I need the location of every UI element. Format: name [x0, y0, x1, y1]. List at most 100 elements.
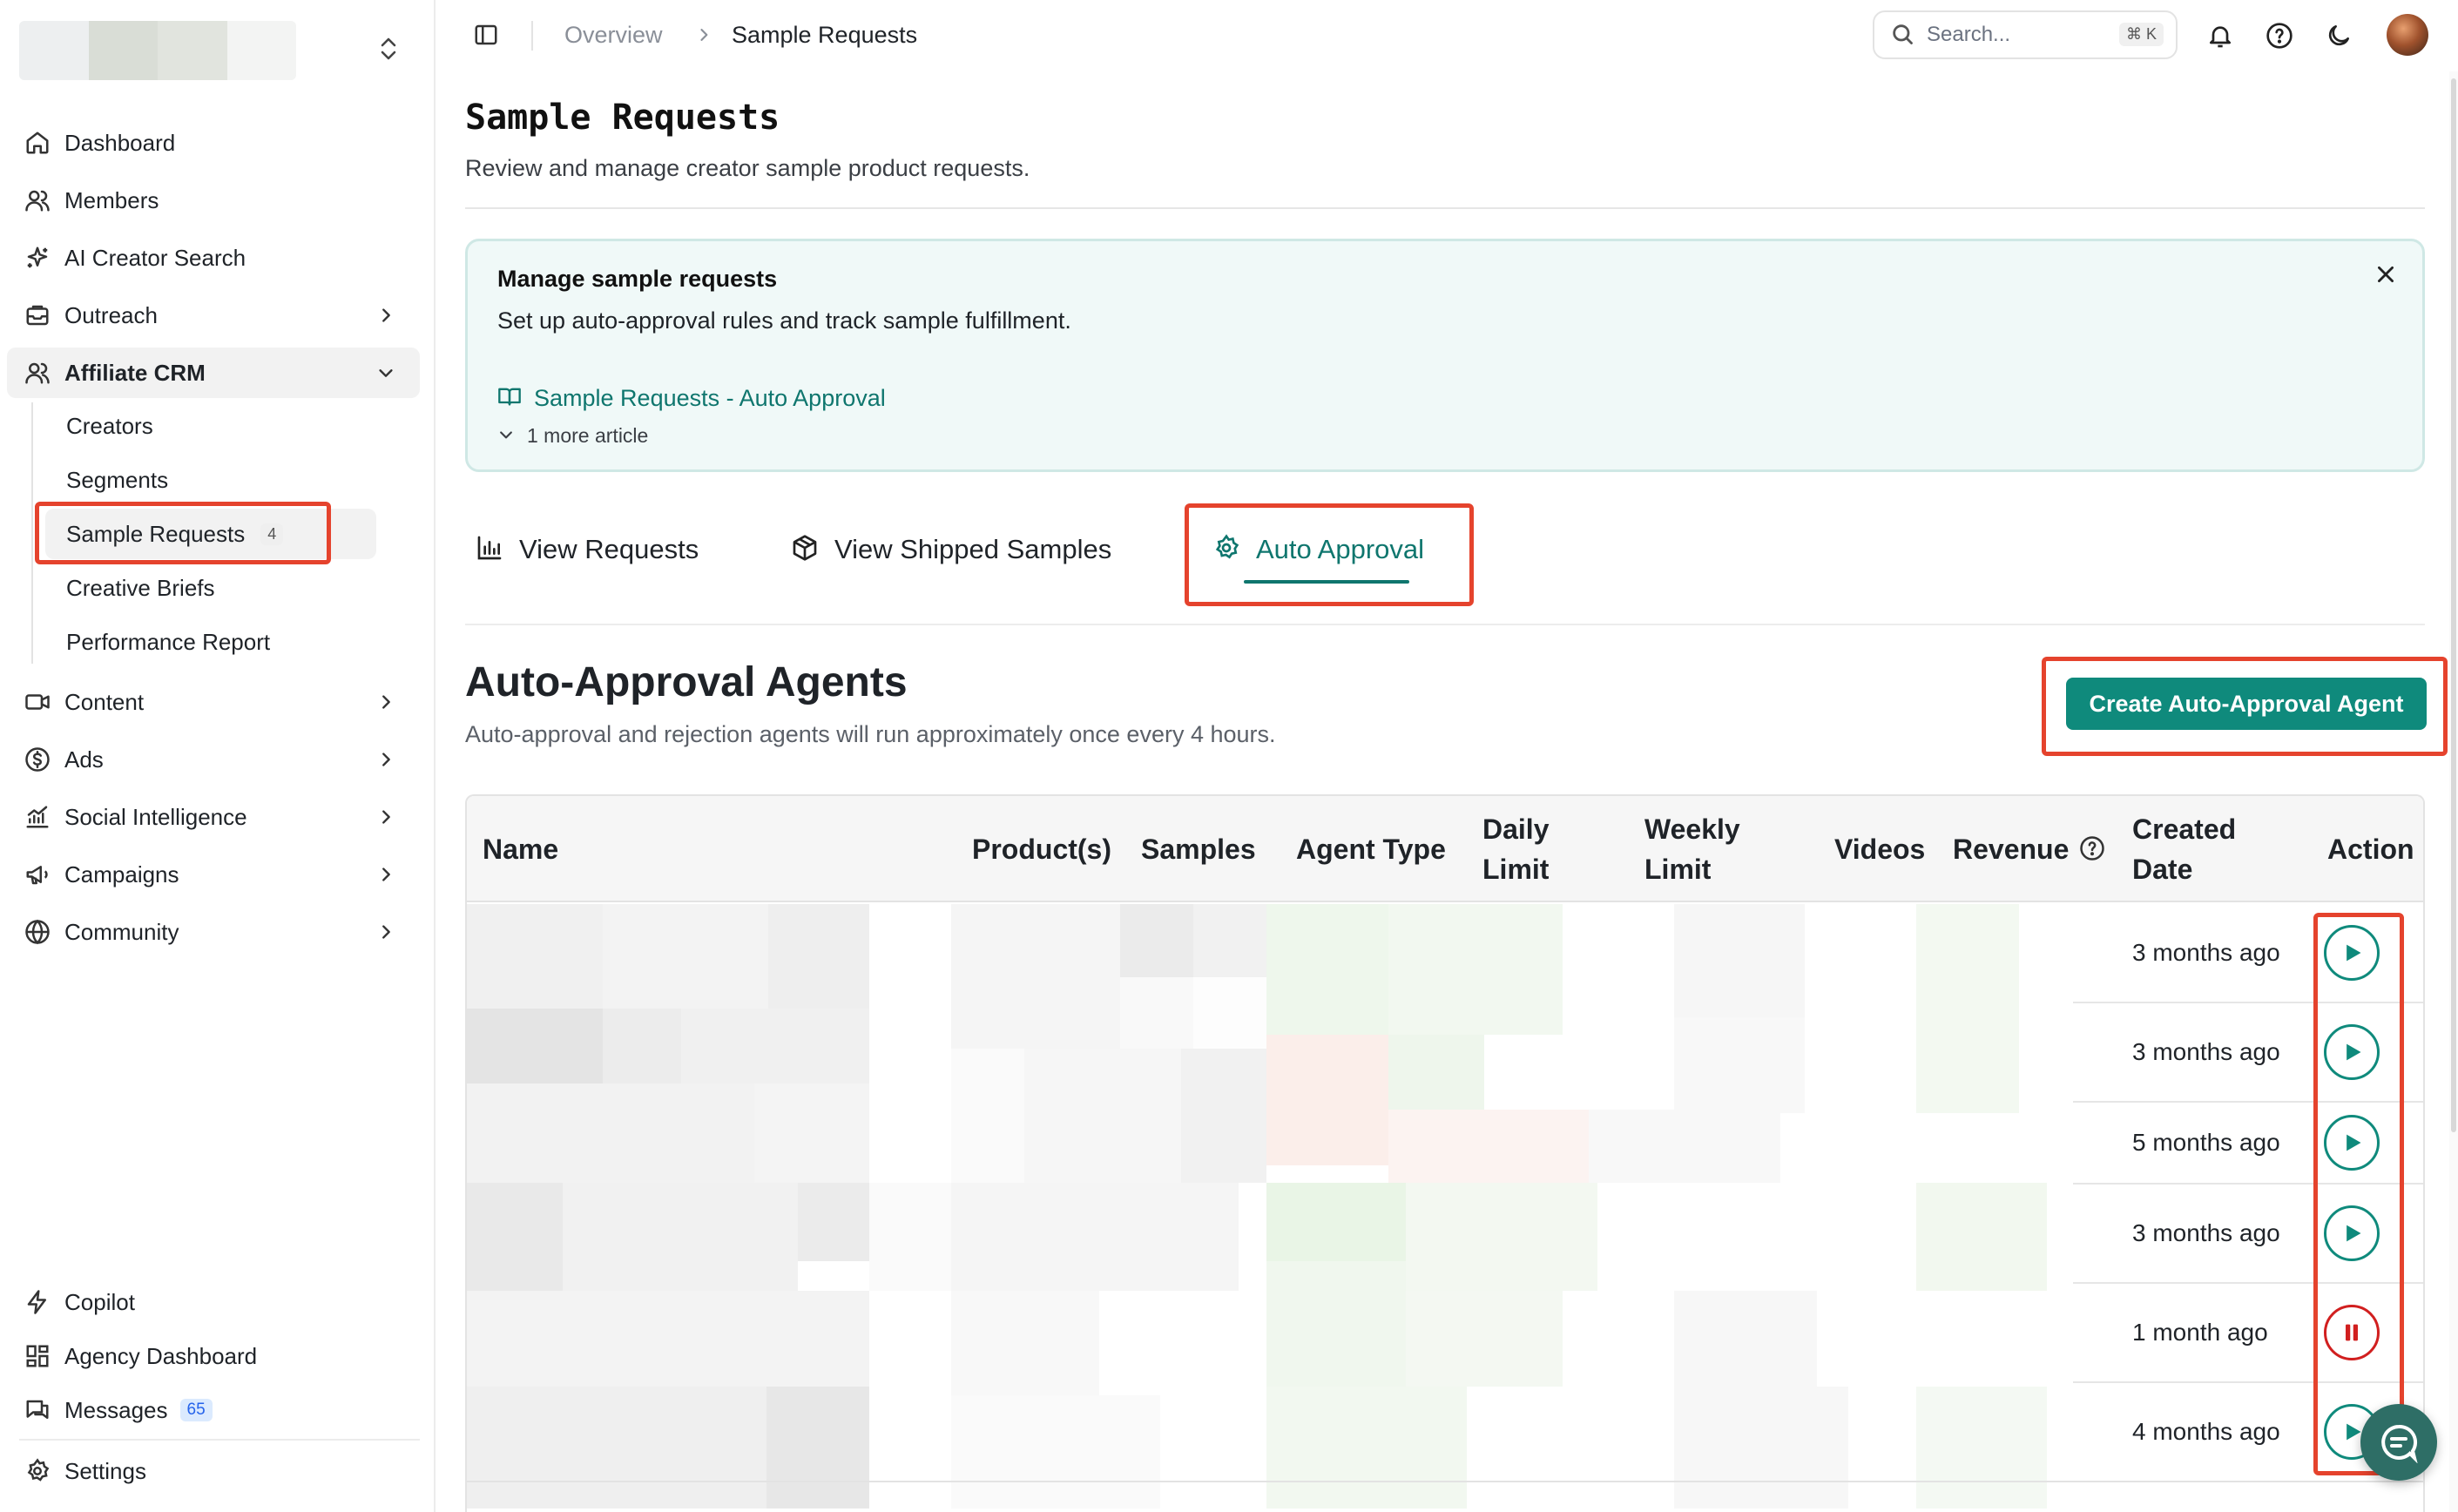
sidebar-item-copilot[interactable]: Copilot	[7, 1277, 420, 1327]
sidebar-item-community[interactable]: Community	[7, 907, 420, 957]
more-articles-label: 1 more article	[527, 424, 649, 447]
sidebar-item-label: Campaigns	[64, 861, 179, 888]
workspace-logo[interactable]	[19, 21, 296, 80]
sidebar-item-messages[interactable]: Messages 65	[7, 1385, 420, 1435]
chevron-right-icon	[371, 300, 401, 330]
play-icon	[2347, 1043, 2361, 1061]
play-icon	[2347, 1225, 2361, 1242]
sidebar-item-label: AI Creator Search	[64, 244, 246, 271]
sidebar-item-social-intelligence[interactable]: Social Intelligence	[7, 792, 420, 842]
play-agent-button[interactable]	[2324, 1205, 2380, 1261]
sidebar-item-content[interactable]: Content	[7, 677, 420, 727]
chat-launcher-button[interactable]	[2360, 1404, 2437, 1481]
sidebar-subitem-label: Creative Briefs	[66, 574, 215, 601]
sidebar-subitem-creative-briefs[interactable]: Creative Briefs	[45, 563, 376, 613]
close-icon[interactable]	[2370, 259, 2401, 290]
chevron-down-icon	[371, 358, 401, 388]
pause-agent-button[interactable]	[2324, 1305, 2380, 1360]
tab-view-shipped-samples[interactable]: View Shipped Samples	[791, 523, 1111, 577]
sidebar-item-label: Social Intelligence	[64, 803, 247, 830]
sidebar-item-agency-dashboard[interactable]: Agency Dashboard	[7, 1331, 420, 1381]
breadcrumb-overview[interactable]: Overview	[564, 19, 663, 51]
help-icon[interactable]	[2263, 19, 2296, 52]
sidebar-subitem-label: Sample Requests	[66, 520, 246, 547]
breadcrumb-current: Sample Requests	[732, 22, 918, 48]
table-header: Name Product(s) Samples Agent Type Daily…	[467, 796, 2423, 902]
sidebar-subitem-label: Creators	[66, 412, 153, 439]
column-header-agent-type: Agent Type	[1296, 834, 1446, 865]
play-agent-button[interactable]	[2324, 1115, 2380, 1171]
tab-view-requests[interactable]: View Requests	[476, 523, 699, 577]
more-articles-toggle[interactable]: 1 more article	[497, 424, 648, 448]
active-tab-indicator	[1244, 580, 1409, 584]
sidebar-subitem-label: Segments	[66, 466, 169, 493]
chevron-right-icon	[371, 687, 401, 717]
book-open-icon	[497, 384, 525, 412]
play-agent-button[interactable]	[2324, 1024, 2380, 1080]
sidebar-item-outreach[interactable]: Outreach	[7, 290, 420, 341]
dollar-icon	[23, 745, 52, 774]
sidebar-item-dashboard[interactable]: Dashboard	[7, 118, 420, 168]
created-date-cell: 3 months ago	[2132, 1038, 2280, 1065]
sidebar-subitem-creators[interactable]: Creators	[45, 401, 376, 451]
create-agent-button[interactable]: Create Auto-Approval Agent	[2066, 678, 2427, 730]
count-badge: 4	[260, 523, 284, 545]
column-header-products: Product(s)	[972, 834, 1111, 865]
help-article-link[interactable]: Sample Requests - Auto Approval	[497, 384, 886, 412]
chevron-right-icon	[371, 802, 401, 832]
column-header-samples: Samples	[1141, 834, 1256, 865]
moon-icon[interactable]	[2322, 19, 2355, 52]
sidebar-divider	[19, 1439, 420, 1441]
sidebar-item-ads[interactable]: Ads	[7, 734, 420, 785]
chevron-down-icon	[497, 426, 518, 447]
sidebar-item-label: Copilot	[64, 1288, 135, 1315]
sidebar-item-affiliate-crm[interactable]: Affiliate CRM	[7, 348, 420, 398]
search-input[interactable]: Search... ⌘ K	[1873, 10, 2178, 59]
sidebar-item-label: Members	[64, 186, 159, 213]
globe-icon	[23, 917, 52, 947]
top-header: Overview Sample Requests Search... ⌘ K	[436, 0, 2458, 71]
play-icon	[2347, 1134, 2361, 1151]
redacted-table-content	[467, 904, 2073, 1512]
sidebar-item-label: Ads	[64, 746, 104, 773]
sidebar-item-label: Settings	[64, 1457, 146, 1484]
sidebar-toggle-icon[interactable]	[470, 19, 502, 51]
sidebar-subitem-segments[interactable]: Segments	[45, 455, 376, 505]
created-date-cell: 3 months ago	[2132, 1219, 2280, 1246]
chevron-right-icon	[371, 860, 401, 889]
sidebar-item-ai-creator-search[interactable]: AI Creator Search	[7, 233, 420, 283]
help-icon[interactable]	[2079, 835, 2107, 863]
chart-line-icon	[23, 802, 52, 832]
users-icon	[23, 358, 52, 388]
sparkles-icon	[23, 243, 52, 273]
search-placeholder: Search...	[1927, 23, 2011, 46]
sidebar-subitem-sample-requests[interactable]: Sample Requests 4	[45, 509, 376, 559]
play-agent-button[interactable]	[2324, 925, 2380, 981]
row-divider	[467, 1481, 2423, 1482]
row-divider	[2073, 1381, 2423, 1383]
search-icon	[1890, 22, 1916, 48]
chevron-right-icon	[371, 745, 401, 774]
inbox-icon	[23, 300, 52, 330]
scrollbar-thumb[interactable]	[2451, 78, 2456, 1132]
sidebar-item-label: Affiliate CRM	[64, 359, 206, 386]
sidebar-item-label: Community	[64, 918, 179, 945]
search-shortcut: ⌘ K	[2118, 23, 2164, 46]
created-date-cell: 4 months ago	[2132, 1418, 2280, 1445]
avatar[interactable]	[2387, 14, 2428, 56]
tab-auto-approval[interactable]: Auto Approval	[1212, 523, 1424, 577]
workspace-switcher-icon[interactable]	[373, 33, 404, 64]
sidebar-item-campaigns[interactable]: Campaigns	[7, 849, 420, 900]
created-date-cell: 5 months ago	[2132, 1129, 2280, 1156]
header-divider	[531, 21, 533, 51]
sidebar-item-settings[interactable]: Settings	[7, 1446, 420, 1496]
bell-icon[interactable]	[2204, 19, 2237, 52]
sidebar-item-label: Agency Dashboard	[64, 1342, 258, 1369]
agents-table: Name Product(s) Samples Agent Type Daily…	[465, 794, 2425, 1512]
sidebar-subitem-performance-report[interactable]: Performance Report	[45, 617, 376, 667]
pause-icon	[2346, 1324, 2358, 1341]
sidebar-item-members[interactable]: Members	[7, 175, 420, 226]
bar-chart-icon	[476, 534, 507, 565]
users-icon	[23, 186, 52, 215]
sidebar-item-label: Outreach	[64, 301, 158, 328]
